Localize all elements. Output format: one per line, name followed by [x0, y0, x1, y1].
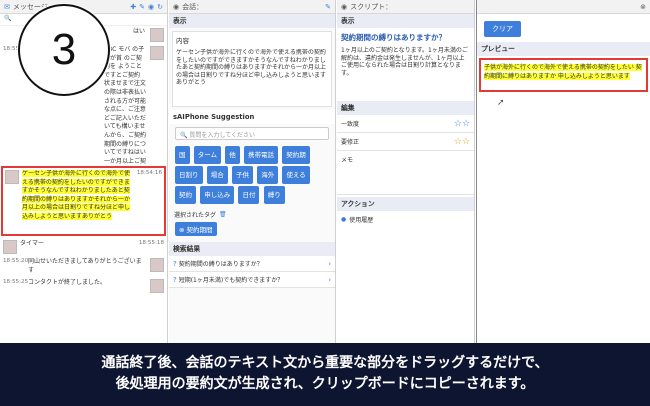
- tag-button[interactable]: 他: [225, 146, 240, 164]
- eye-icon: ◉: [173, 2, 180, 11]
- step-number: 3: [51, 25, 77, 74]
- tag-button[interactable]: 国: [175, 146, 190, 164]
- plus-icon[interactable]: ✚: [130, 3, 136, 11]
- preview-box: 子供が海外に行くので海外で使える携帯の契約をしたい 契約期間に縛りはありますか …: [479, 58, 648, 92]
- preview-header: ⊗: [477, 0, 650, 14]
- tag-button[interactable]: 海外: [257, 166, 279, 184]
- avatar: [3, 240, 17, 254]
- preview-label: プレビュー: [477, 42, 650, 56]
- selected-tags: 選択されたタグ 🗑 ⊗ 契約期間: [169, 207, 335, 240]
- clear-button[interactable]: クリア: [484, 21, 521, 37]
- search-input[interactable]: 🔍 質問を入力してください: [175, 127, 329, 140]
- result-item[interactable]: ? 短期(1ヶ月未満)でも契約できますか？ ›: [169, 272, 335, 288]
- chevron-right-icon: ›: [328, 275, 331, 284]
- caption-line-2: 後処理用の要約文が生成され、クリップボードにコピーされます。: [115, 376, 535, 392]
- avatar: [150, 46, 164, 60]
- chevron-right-icon: ›: [328, 259, 331, 268]
- tag-button[interactable]: 契約: [175, 186, 196, 204]
- refresh-icon[interactable]: ↻: [157, 3, 163, 11]
- script-panel: ◉ スクリプト： 表示 契約期間の縛りはありますか？ 1ヶ月以上のご契約となりま…: [337, 0, 475, 343]
- list-item: 18:55:25 コンタクトが終了しました。: [0, 277, 167, 295]
- preview-text[interactable]: 子供が海外に行くので海外で使える携帯の契約をしたい 契約期間に縛りはありますか …: [484, 64, 642, 80]
- conversation-title: 会話：: [182, 2, 204, 11]
- script-header: ◉ スクリプト：: [337, 0, 474, 14]
- content-text: ゲーセン子供が海外に行くので海外で使える携帯の契約をしたいのですができますかそう…: [176, 49, 327, 87]
- tag-cloud: 国 ターム 他 携帯電話 契約期 日割り 場合 子供 海外 使える 契約 申し込…: [169, 143, 335, 207]
- avatar: [150, 28, 164, 42]
- script-display-label: 表示: [337, 14, 474, 28]
- search-icon: 🔍: [180, 132, 188, 139]
- step-badge: 3: [18, 4, 110, 96]
- tag-button[interactable]: 場合: [206, 166, 228, 184]
- conversation-header: ◉ 会話： ✎: [169, 0, 335, 14]
- action-item[interactable]: ● 使用履歴: [337, 211, 474, 228]
- action-label: アクション: [337, 197, 474, 211]
- content-box: 内容 ゲーセン子供が海外に行くので海外で使える携帯の契約をしたいのですができます…: [172, 31, 332, 107]
- conversation-panel: ◉ 会話： ✎ 表示 内容 ゲーセン子供が海外に行くので海外で使える携帯の契約を…: [169, 0, 336, 343]
- script-title-label: スクリプト：: [350, 2, 393, 11]
- eval-row: 要修正 ☆☆: [337, 133, 474, 151]
- tag-button[interactable]: ターム: [193, 146, 222, 164]
- avatar: [150, 258, 164, 272]
- results-label: 検索結果: [169, 242, 335, 256]
- chat-icon: ✉: [4, 2, 10, 11]
- edit-icon[interactable]: ✎: [139, 3, 145, 11]
- edit-icon[interactable]: ✎: [325, 3, 331, 11]
- preview-panel: ⊗ クリア プレビュー 子供が海外に行くので海外で使える携帯の契約をしたい 契約…: [476, 0, 650, 343]
- highlighted-message[interactable]: ゲーセン子供が海外に行くので海外で使える携帯の契約をしたいのですができますかそう…: [1, 166, 166, 236]
- tag-button[interactable]: 携帯電話: [244, 146, 279, 164]
- tag-button[interactable]: 日割り: [175, 166, 203, 184]
- eye-icon: ◉: [341, 2, 348, 11]
- trash-icon[interactable]: 🗑: [219, 211, 227, 218]
- memo-row[interactable]: メモ: [337, 151, 474, 195]
- content-label: 内容: [176, 37, 189, 45]
- highlighted-text[interactable]: ゲーセン子供が海外に行くので海外で使える携帯の契約をしたいのですができますかそう…: [22, 170, 131, 220]
- tag-button[interactable]: 子供: [231, 166, 253, 184]
- display-section-label: 表示: [169, 14, 335, 28]
- eval-row: 一致度 ☆☆: [337, 115, 474, 133]
- list-item: 18:55:20 同山せいただきましてありがとうございます: [0, 256, 167, 277]
- script-question: 契約期間の縛りはありますか？: [341, 33, 446, 42]
- question-icon: ?: [173, 275, 177, 284]
- eval-label: 編集: [337, 101, 474, 115]
- star-rating[interactable]: ☆☆: [454, 137, 470, 147]
- caption-banner: 通話終了後、会話のテキスト文から重要な部分をドラッグするだけで、 後処理用の要約…: [0, 343, 650, 406]
- cursor-icon: ➚: [497, 98, 505, 108]
- question-icon: ?: [173, 259, 177, 268]
- tag-button[interactable]: 使える: [282, 166, 310, 184]
- avatar: [150, 279, 164, 294]
- tag-button[interactable]: 日付: [238, 186, 260, 204]
- avatar: [5, 170, 19, 184]
- eye-icon[interactable]: ◉: [148, 3, 154, 11]
- selected-tags-label: 選択されたタグ: [174, 212, 217, 219]
- bullet-icon: ●: [341, 216, 347, 223]
- tag-button[interactable]: 契約期: [282, 146, 310, 164]
- star-rating[interactable]: ☆☆: [454, 119, 470, 129]
- tag-button[interactable]: 申し込み: [200, 186, 235, 204]
- close-icon[interactable]: ⊗: [640, 3, 646, 11]
- selected-tag-chip[interactable]: ⊗ 契約期間: [175, 222, 217, 236]
- result-item[interactable]: ? 契約期間の縛りはありますか？ ›: [169, 256, 335, 272]
- caption-line-1: 通話終了後、会話のテキスト文から重要な部分をドラッグするだけで、: [101, 355, 549, 371]
- suggestion-title: sAIPhone Suggestion: [169, 110, 335, 124]
- tag-button[interactable]: 縛り: [263, 186, 285, 204]
- list-item: タイマー 18:55:18: [0, 238, 167, 256]
- script-body: 1ヶ月以上のご契約となります。1ヶ月未満のご解約は、違約金は発生しませんが、1ヶ…: [341, 47, 468, 77]
